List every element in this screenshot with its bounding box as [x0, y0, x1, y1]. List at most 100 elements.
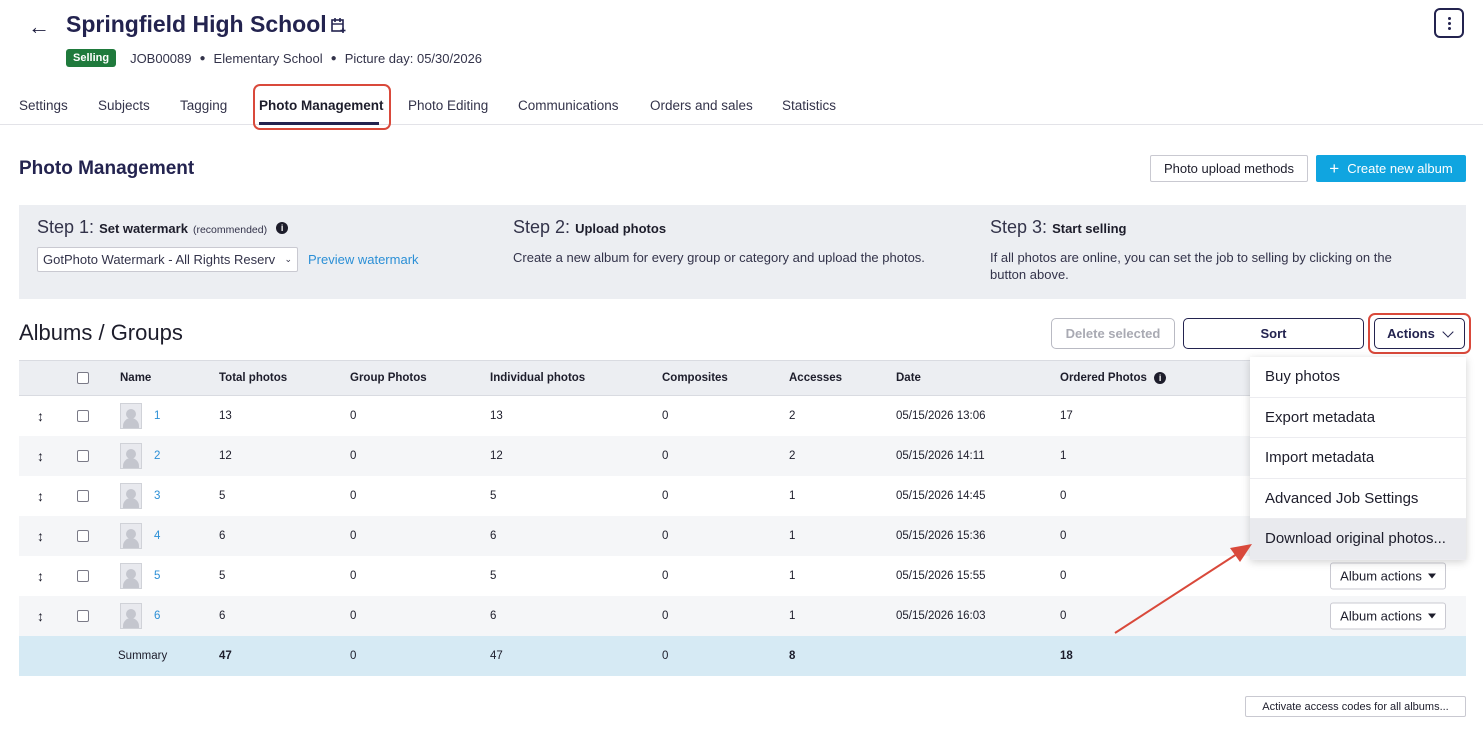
column-header-group-photos[interactable]: Group Photos [350, 372, 427, 384]
column-header-total-photos[interactable]: Total photos [219, 372, 287, 384]
table-row[interactable]: ↕ 3 5 0 5 0 1 05/15/2026 14:45 0 [19, 476, 1466, 516]
plus-icon: + [1329, 159, 1340, 178]
menu-item-download-original-photos[interactable]: Download original photos... [1250, 519, 1466, 560]
column-header-date[interactable]: Date [896, 372, 921, 384]
job-meta: Selling JOB00089 ● Elementary School ● P… [66, 49, 482, 67]
album-name-link[interactable]: 3 [154, 490, 160, 502]
drag-handle-icon[interactable]: ↕ [37, 448, 44, 464]
row-checkbox[interactable] [77, 570, 89, 582]
cell-date: 05/15/2026 13:06 [896, 410, 986, 422]
section-title: Photo Management [19, 158, 195, 179]
album-thumbnail [120, 443, 142, 469]
menu-item-buy-photos[interactable]: Buy photos [1250, 357, 1466, 398]
cell-ordered: 1 [1060, 450, 1067, 462]
menu-item-import-metadata[interactable]: Import metadata [1250, 438, 1466, 479]
album-name-link[interactable]: 2 [154, 450, 160, 462]
summary-group: 0 [350, 650, 357, 662]
cell-total: 6 [219, 610, 226, 622]
caret-down-icon [1427, 573, 1436, 579]
summary-composites: 0 [662, 650, 669, 662]
menu-item-advanced-job-settings[interactable]: Advanced Job Settings [1250, 479, 1466, 519]
album-name-link[interactable]: 1 [154, 410, 160, 422]
drag-handle-icon[interactable]: ↕ [37, 568, 44, 584]
drag-handle-icon[interactable]: ↕ [37, 488, 44, 504]
cell-date: 05/15/2026 15:55 [896, 570, 986, 582]
cell-group: 0 [350, 530, 357, 542]
step-3-text: If all photos are online, you can set th… [990, 250, 1392, 282]
sort-button[interactable]: Sort [1183, 318, 1364, 349]
album-name-link[interactable]: 6 [154, 610, 160, 622]
info-icon[interactable]: i [1154, 371, 1167, 384]
tab-photo-editing[interactable]: Photo Editing [408, 98, 488, 113]
cell-accesses: 1 [789, 530, 796, 542]
cell-accesses: 1 [789, 570, 796, 582]
more-vertical-icon[interactable] [1434, 8, 1464, 38]
column-header-ordered-photos[interactable]: Ordered Photos i [1060, 371, 1167, 385]
album-thumbnail [120, 483, 142, 509]
step-2-prefix: Step 2: [513, 217, 571, 237]
album-thumbnail [120, 563, 142, 589]
cell-group: 0 [350, 490, 357, 502]
steps-panel: Step 1: Set watermark (recommended) i Go… [19, 205, 1466, 299]
cell-individual: 12 [490, 450, 503, 462]
row-checkbox[interactable] [77, 490, 89, 502]
step-1-prefix: Step 1: [37, 217, 95, 237]
cell-composites: 0 [662, 410, 669, 422]
summary-ordered: 18 [1060, 650, 1073, 662]
tab-tagging[interactable]: Tagging [180, 98, 227, 113]
step-2: Step 2: Upload photos Create a new album… [513, 217, 925, 266]
tab-subjects[interactable]: Subjects [98, 98, 150, 113]
row-checkbox[interactable] [77, 450, 89, 462]
row-checkbox[interactable] [77, 410, 89, 422]
row-checkbox[interactable] [77, 530, 89, 542]
summary-accesses: 8 [789, 650, 796, 662]
summary-total: 47 [219, 650, 232, 662]
watermark-select[interactable]: GotPhoto Watermark - All Rights Reserv ⌄ [37, 247, 298, 272]
separator-dot: ● [199, 52, 206, 64]
picture-day: Picture day: 05/30/2026 [344, 50, 483, 66]
page-title: Springfield High School [66, 11, 327, 37]
album-name-link[interactable]: 4 [154, 530, 160, 542]
cell-ordered: 17 [1060, 410, 1073, 422]
annotation-highlight-actions [1368, 313, 1471, 354]
delete-selected-button[interactable]: Delete selected [1051, 318, 1175, 349]
preview-watermark-link[interactable]: Preview watermark [308, 252, 419, 267]
annotation-highlight-tab [253, 84, 391, 130]
tab-orders-and-sales[interactable]: Orders and sales [650, 98, 753, 113]
create-new-album-label: Create new album [1347, 161, 1453, 176]
create-new-album-button[interactable]: + Create new album [1316, 155, 1466, 182]
cell-total: 6 [219, 530, 226, 542]
annotation-arrow [1114, 544, 1252, 634]
cell-composites: 0 [662, 570, 669, 582]
table-row[interactable]: ↕ 1 13 0 13 0 2 05/15/2026 13:06 17 [19, 396, 1466, 436]
school-type: Elementary School [213, 50, 323, 66]
cell-accesses: 2 [789, 450, 796, 462]
menu-item-export-metadata[interactable]: Export metadata [1250, 398, 1466, 438]
drag-handle-icon[interactable]: ↕ [37, 408, 44, 424]
select-all-checkbox[interactable] [77, 372, 89, 384]
ordered-photos-label: Ordered Photos [1060, 372, 1147, 385]
drag-handle-icon[interactable]: ↕ [37, 528, 44, 544]
photo-upload-methods-button[interactable]: Photo upload methods [1150, 155, 1308, 182]
info-icon[interactable]: i [276, 222, 289, 235]
calendar-icon[interactable] [331, 17, 346, 33]
caret-down-icon [1427, 613, 1436, 619]
row-checkbox[interactable] [77, 610, 89, 622]
tab-statistics[interactable]: Statistics [782, 98, 836, 113]
column-header-name[interactable]: Name [120, 372, 151, 384]
column-header-accesses[interactable]: Accesses [789, 372, 842, 384]
album-actions-button[interactable]: Album actions [1330, 562, 1446, 590]
activate-access-codes-button[interactable]: Activate access codes for all albums... [1245, 696, 1466, 717]
album-actions-button[interactable]: Album actions [1330, 602, 1446, 630]
cell-accesses: 1 [789, 490, 796, 502]
drag-handle-icon[interactable]: ↕ [37, 608, 44, 624]
step-3-title: Start selling [1052, 221, 1127, 236]
column-header-composites[interactable]: Composites [662, 372, 728, 384]
album-name-link[interactable]: 5 [154, 570, 160, 582]
table-row[interactable]: ↕ 2 12 0 12 0 2 05/15/2026 14:11 1 [19, 436, 1466, 476]
column-header-individual-photos[interactable]: Individual photos [490, 372, 585, 384]
tab-communications[interactable]: Communications [518, 98, 619, 113]
back-arrow-icon[interactable]: ← [28, 14, 50, 40]
step-1-note: (recommended) [192, 224, 268, 236]
tab-settings[interactable]: Settings [19, 98, 68, 113]
